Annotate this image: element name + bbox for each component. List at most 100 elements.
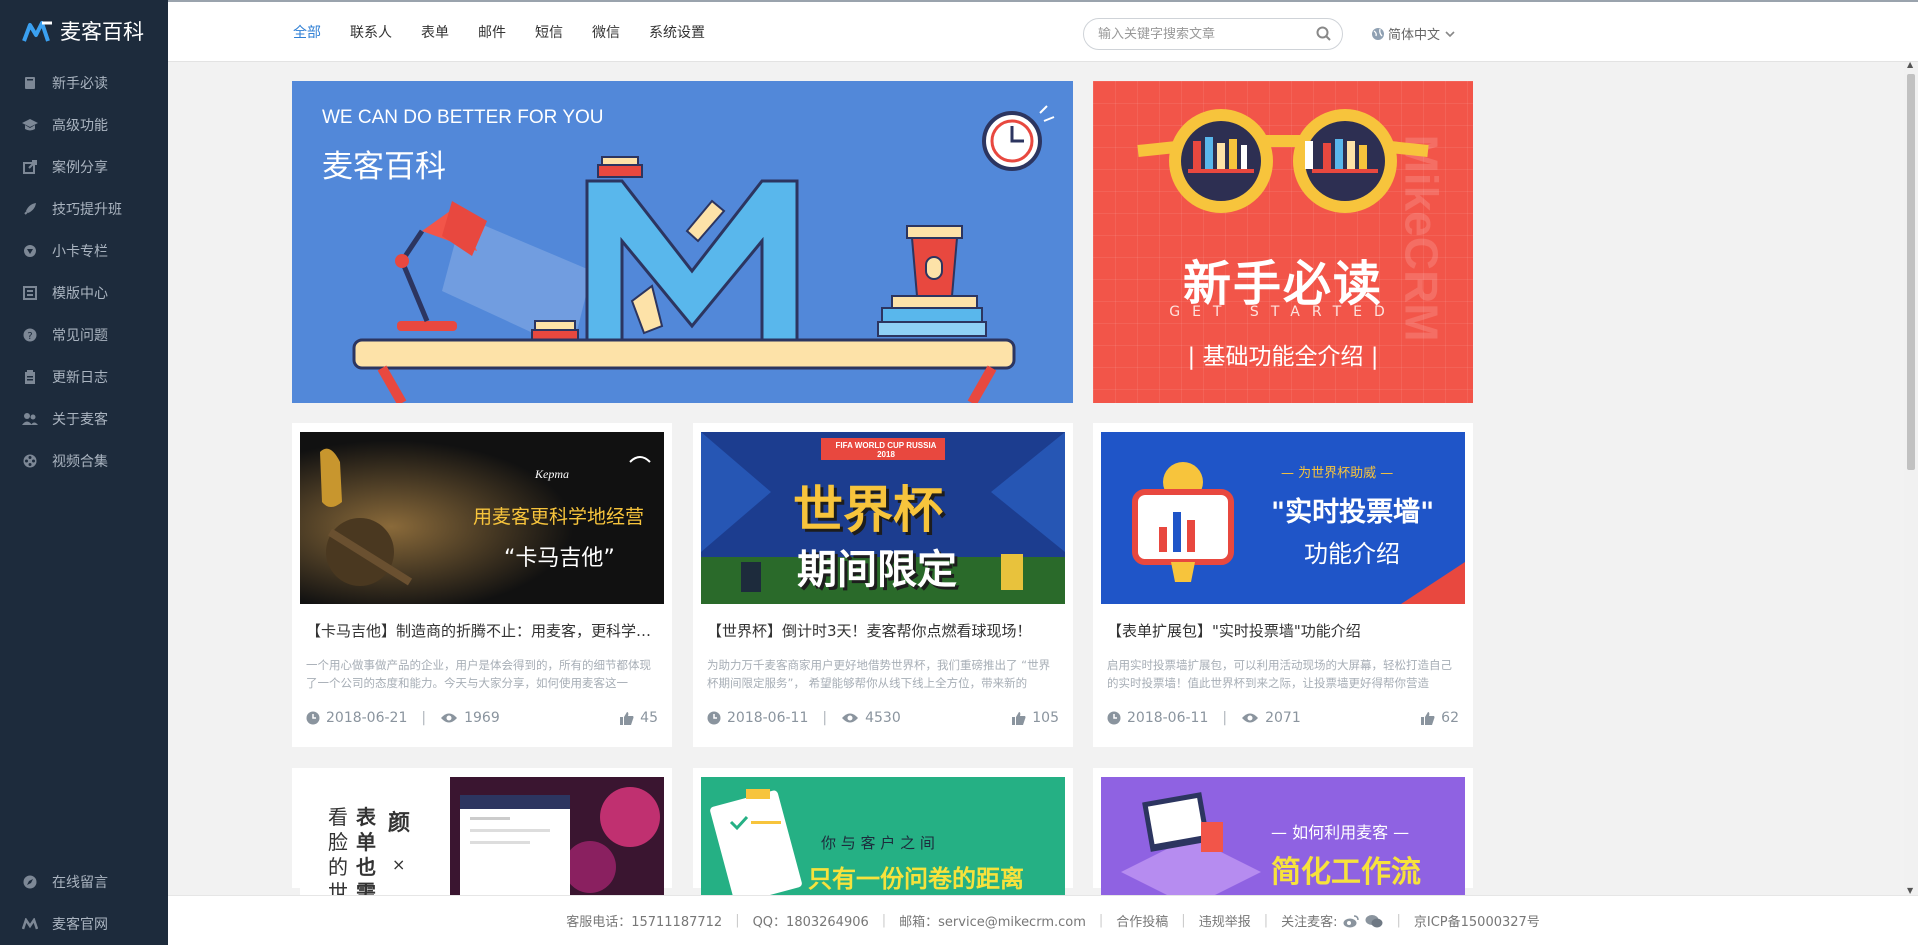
scroll-up-arrow[interactable]: ▲ bbox=[1907, 60, 1913, 69]
sidebar-item-message[interactable]: 在线留言 bbox=[0, 861, 168, 903]
thumbs-up-icon bbox=[1012, 712, 1026, 725]
rocket-icon bbox=[22, 201, 38, 217]
article-card[interactable]: — 为世界杯助威 — "实时投票墙" 功能介绍 【表单扩展包】"实时投票墙"功能… bbox=[1093, 423, 1473, 747]
article-title[interactable]: 【表单扩展包】"实时投票墙"功能介绍 bbox=[1107, 620, 1459, 641]
weibo-icon[interactable] bbox=[1343, 914, 1360, 928]
sidebar-item-tips[interactable]: 技巧提升班 bbox=[0, 188, 168, 230]
thumbnail-subheadline: 功能介绍 bbox=[1304, 540, 1400, 568]
article-summary: 启用实时投票墙扩展包，可以利用活动现场的大屏幕，轻松打造自己的实时投票墙！值此世… bbox=[1107, 658, 1452, 690]
tab-sms[interactable]: 短信 bbox=[535, 22, 563, 42]
clock-icon bbox=[1107, 711, 1121, 725]
chevron-down-icon bbox=[1445, 30, 1455, 37]
sidebar-item-about[interactable]: 关于麦客 bbox=[0, 398, 168, 440]
thumbnail-subheadline: 表单也需 bbox=[356, 805, 376, 904]
article-card[interactable]: 你 与 客 户 之 间 只有一份问卷的距离 bbox=[693, 768, 1073, 945]
thumbnail-headline: 简化工作流 bbox=[1271, 855, 1421, 890]
worldcup-badge: FIFA WORLD CUP RUSSIA 2018 bbox=[835, 441, 937, 459]
sidebar-item-templates[interactable]: 模版中心 bbox=[0, 272, 168, 314]
language-selector[interactable]: 简体中文 bbox=[1371, 24, 1458, 43]
article-likes: 62 bbox=[1441, 710, 1459, 726]
compass-icon bbox=[22, 874, 38, 890]
footer-qq: QQ：1803264906 bbox=[752, 915, 869, 930]
scroll-down-arrow[interactable]: ▼ bbox=[1907, 886, 1913, 895]
thumbnail-tagline: 你 与 客 户 之 间 bbox=[821, 834, 935, 852]
glasses-illustration bbox=[1137, 109, 1429, 213]
brand-mark: Kepma bbox=[535, 467, 569, 481]
language-label: 简体中文 bbox=[1388, 28, 1441, 43]
footer: 客服电话：15711187712 | QQ：1803264906 | 邮箱：se… bbox=[168, 895, 1918, 945]
article-title[interactable]: 【世界杯】倒计时3天！麦客帮你点燃看球现场！ bbox=[707, 620, 1059, 641]
footer-icp[interactable]: 京ICP备15000327号 bbox=[1414, 911, 1540, 930]
like-button[interactable]: 62 bbox=[1421, 710, 1459, 726]
footer-cooperate-link[interactable]: 合作投稿 bbox=[1116, 911, 1168, 930]
thumbnail-headline: 世界杯 bbox=[793, 481, 943, 539]
article-title[interactable]: 【卡马吉他】制造商的折腾不止：用麦客，更科学地经营 bbox=[306, 620, 658, 641]
like-button[interactable]: 105 bbox=[1012, 710, 1059, 726]
article-meta: 2018-06-21 | 1969 45 bbox=[306, 708, 658, 728]
separator: | bbox=[735, 913, 740, 928]
sidebar: 麦客百科 新手必读 高级功能 案例分享 技巧提升班 小卡专栏 模版中心 ? 常见… bbox=[0, 0, 168, 945]
wechat-icon[interactable] bbox=[1365, 914, 1383, 928]
sidebar-item-label: 视频合集 bbox=[52, 454, 108, 470]
article-date: 2018-06-11 bbox=[1127, 710, 1209, 726]
sidebar-item-advanced[interactable]: 高级功能 bbox=[0, 104, 168, 146]
scrollbar-thumb[interactable] bbox=[1907, 74, 1915, 470]
tab-wechat[interactable]: 微信 bbox=[592, 22, 620, 42]
separator: | bbox=[822, 710, 828, 726]
sidebar-item-cases[interactable]: 案例分享 bbox=[0, 146, 168, 188]
sidebar-item-newbie[interactable]: 新手必读 bbox=[0, 62, 168, 104]
sidebar-item-label: 模版中心 bbox=[52, 286, 108, 302]
side-banner-subtitle: GET STARTED bbox=[1169, 304, 1397, 320]
sidebar-item-official-site[interactable]: 麦客官网 bbox=[0, 903, 168, 945]
sidebar-item-label: 常见问题 bbox=[52, 328, 108, 344]
film-icon bbox=[22, 453, 38, 469]
side-banner[interactable]: MikeCRM 新手必读 GET STARTED | 基础功能全介绍 | bbox=[1093, 81, 1473, 403]
sidebar-item-faq[interactable]: ? 常见问题 bbox=[0, 314, 168, 356]
thumbnail-subheadline: 期间限定 bbox=[797, 547, 957, 593]
tab-forms[interactable]: 表单 bbox=[421, 22, 449, 42]
footer-email[interactable]: 邮箱：service@mikecrm.com bbox=[899, 911, 1086, 930]
article-date: 2018-06-11 bbox=[727, 710, 809, 726]
sidebar-item-label: 案例分享 bbox=[52, 160, 108, 176]
thumbnail-tagline: — 为世界杯助威 — bbox=[1281, 466, 1394, 481]
brand-logo[interactable]: 麦客百科 bbox=[0, 0, 168, 62]
thumbnail-subheadline: “卡马吉他” bbox=[504, 546, 615, 571]
sidebar-item-label: 麦客官网 bbox=[52, 917, 108, 933]
thumbnail-headline: 只有一份问卷的距离 bbox=[808, 865, 1024, 893]
article-card[interactable]: Kepma 用麦客更科学地经营 “卡马吉他” 【卡马吉他】制造商的折腾不止：用麦… bbox=[292, 423, 672, 747]
article-thumbnail: — 为世界杯助威 — "实时投票墙" 功能介绍 bbox=[1101, 432, 1465, 604]
tab-contacts[interactable]: 联系人 bbox=[350, 22, 392, 42]
search-input[interactable] bbox=[1098, 26, 1308, 42]
side-banner-desc: | 基础功能全介绍 | bbox=[1187, 344, 1379, 370]
article-likes: 105 bbox=[1032, 710, 1059, 726]
users-icon bbox=[22, 411, 38, 427]
banner-illustration bbox=[352, 105, 1055, 403]
eye-icon bbox=[1242, 713, 1259, 723]
sidebar-item-videos[interactable]: 视频合集 bbox=[0, 440, 168, 482]
sidebar-item-label: 技巧提升班 bbox=[52, 202, 122, 218]
sidebar-item-column[interactable]: 小卡专栏 bbox=[0, 230, 168, 272]
article-card[interactable]: — 如何利用麦客 — 简化工作流 bbox=[1093, 768, 1473, 945]
separator: | bbox=[1181, 913, 1186, 928]
share-icon bbox=[22, 159, 38, 175]
clipboard-icon bbox=[22, 369, 38, 385]
main-banner[interactable]: WE CAN DO BETTER FOR YOU 麦客百科 bbox=[292, 81, 1073, 403]
search-icon[interactable] bbox=[1316, 26, 1332, 42]
tab-settings[interactable]: 系统设置 bbox=[649, 22, 705, 42]
sidebar-item-label: 高级功能 bbox=[52, 118, 108, 134]
thumbnail-accent: 颜 bbox=[388, 811, 411, 836]
tab-all[interactable]: 全部 bbox=[293, 22, 321, 42]
footer-report-link[interactable]: 违规举报 bbox=[1199, 911, 1251, 930]
like-button[interactable]: 45 bbox=[620, 710, 658, 726]
article-card[interactable]: FIFA WORLD CUP RUSSIA 2018 世界杯 期间限定 【世界杯… bbox=[693, 423, 1073, 747]
separator: | bbox=[1263, 913, 1269, 928]
page-scrollbar[interactable]: ▲ ▼ bbox=[1904, 60, 1918, 895]
globe-icon bbox=[1372, 27, 1384, 40]
badge-icon bbox=[22, 243, 38, 259]
article-views: 4530 bbox=[865, 710, 901, 726]
search-box bbox=[1083, 18, 1343, 50]
sidebar-item-changelog[interactable]: 更新日志 bbox=[0, 356, 168, 398]
article-card[interactable]: 看脸的世 表单也需 颜 × bbox=[292, 768, 672, 945]
tab-email[interactable]: 邮件 bbox=[478, 22, 506, 42]
sidebar-item-label: 小卡专栏 bbox=[52, 244, 108, 260]
